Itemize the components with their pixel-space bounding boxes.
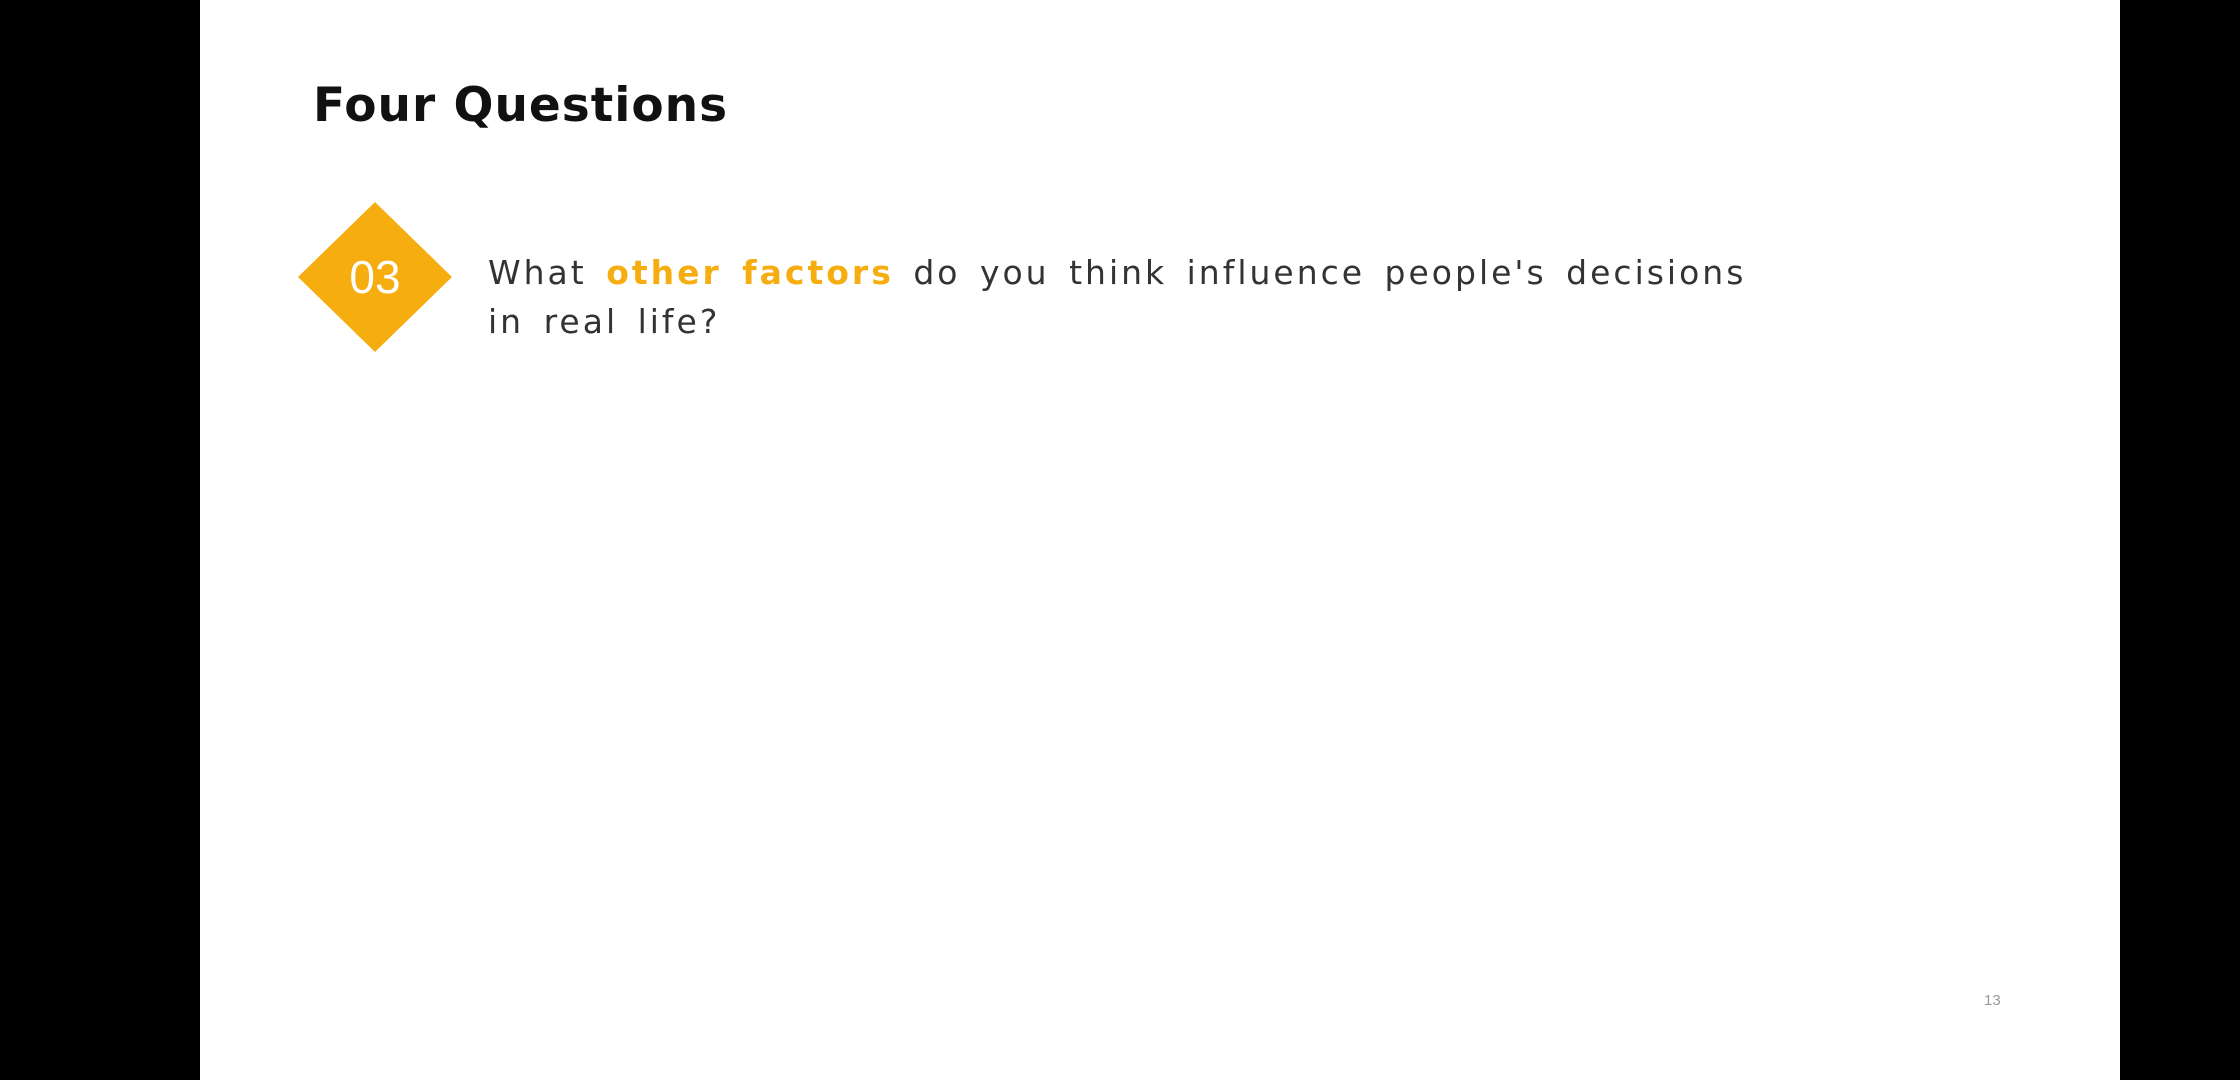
presentation-viewer: Four Questions 03 What other factors do … — [0, 0, 2240, 1080]
question-text: What other factors do you think influenc… — [488, 248, 1788, 346]
question-text-start: What — [488, 253, 607, 292]
question-number-badge: 03 — [298, 202, 452, 352]
question-number: 03 — [349, 251, 401, 303]
slide: Four Questions 03 What other factors do … — [200, 0, 2120, 1080]
question-highlight: other factors — [606, 253, 894, 292]
page-number: 13 — [1984, 992, 2001, 1009]
slide-title: Four Questions — [313, 78, 729, 133]
